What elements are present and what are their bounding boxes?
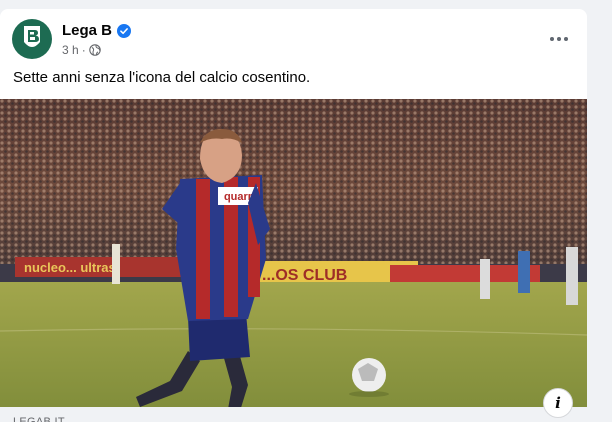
meta-separator: · — [81, 43, 86, 57]
avatar-logo-text: LNPB — [27, 47, 37, 51]
banner-text-left: nucleo... ultras — [24, 260, 116, 275]
link-domain[interactable]: LEGAB.IT — [0, 407, 587, 422]
shirt-sponsor-text: quarr — [224, 191, 253, 203]
football-player-photo: nucleo... ultras ...OS CLUB quarr — [0, 99, 587, 417]
lega-b-logo-icon: LNPB — [24, 26, 40, 51]
avatar[interactable]: LNPB — [12, 19, 52, 59]
more-options-dot — [557, 37, 561, 41]
more-options-dot — [564, 37, 568, 41]
info-button[interactable]: i — [543, 388, 573, 418]
info-icon: i — [555, 394, 561, 412]
author-row: Lega B — [62, 22, 132, 39]
post-meta: 3 h · — [62, 43, 101, 57]
post-timestamp[interactable]: 3 h — [62, 43, 79, 57]
author-name[interactable]: Lega B — [62, 22, 112, 39]
post-photo[interactable]: nucleo... ultras ...OS CLUB quarr — [0, 99, 587, 417]
more-options-icon — [550, 37, 554, 41]
post-caption: Sette anni senza l'icona del calcio cose… — [13, 69, 311, 86]
post-card: LNPB Lega B 3 h · Sette anni senza l'ico… — [0, 9, 587, 422]
banner-text-right: ...OS CLUB — [262, 267, 347, 284]
more-options-button[interactable] — [545, 27, 573, 51]
post-header: LNPB Lega B 3 h · — [12, 19, 587, 63]
globe-icon — [88, 44, 101, 56]
verified-badge-icon — [117, 23, 132, 38]
